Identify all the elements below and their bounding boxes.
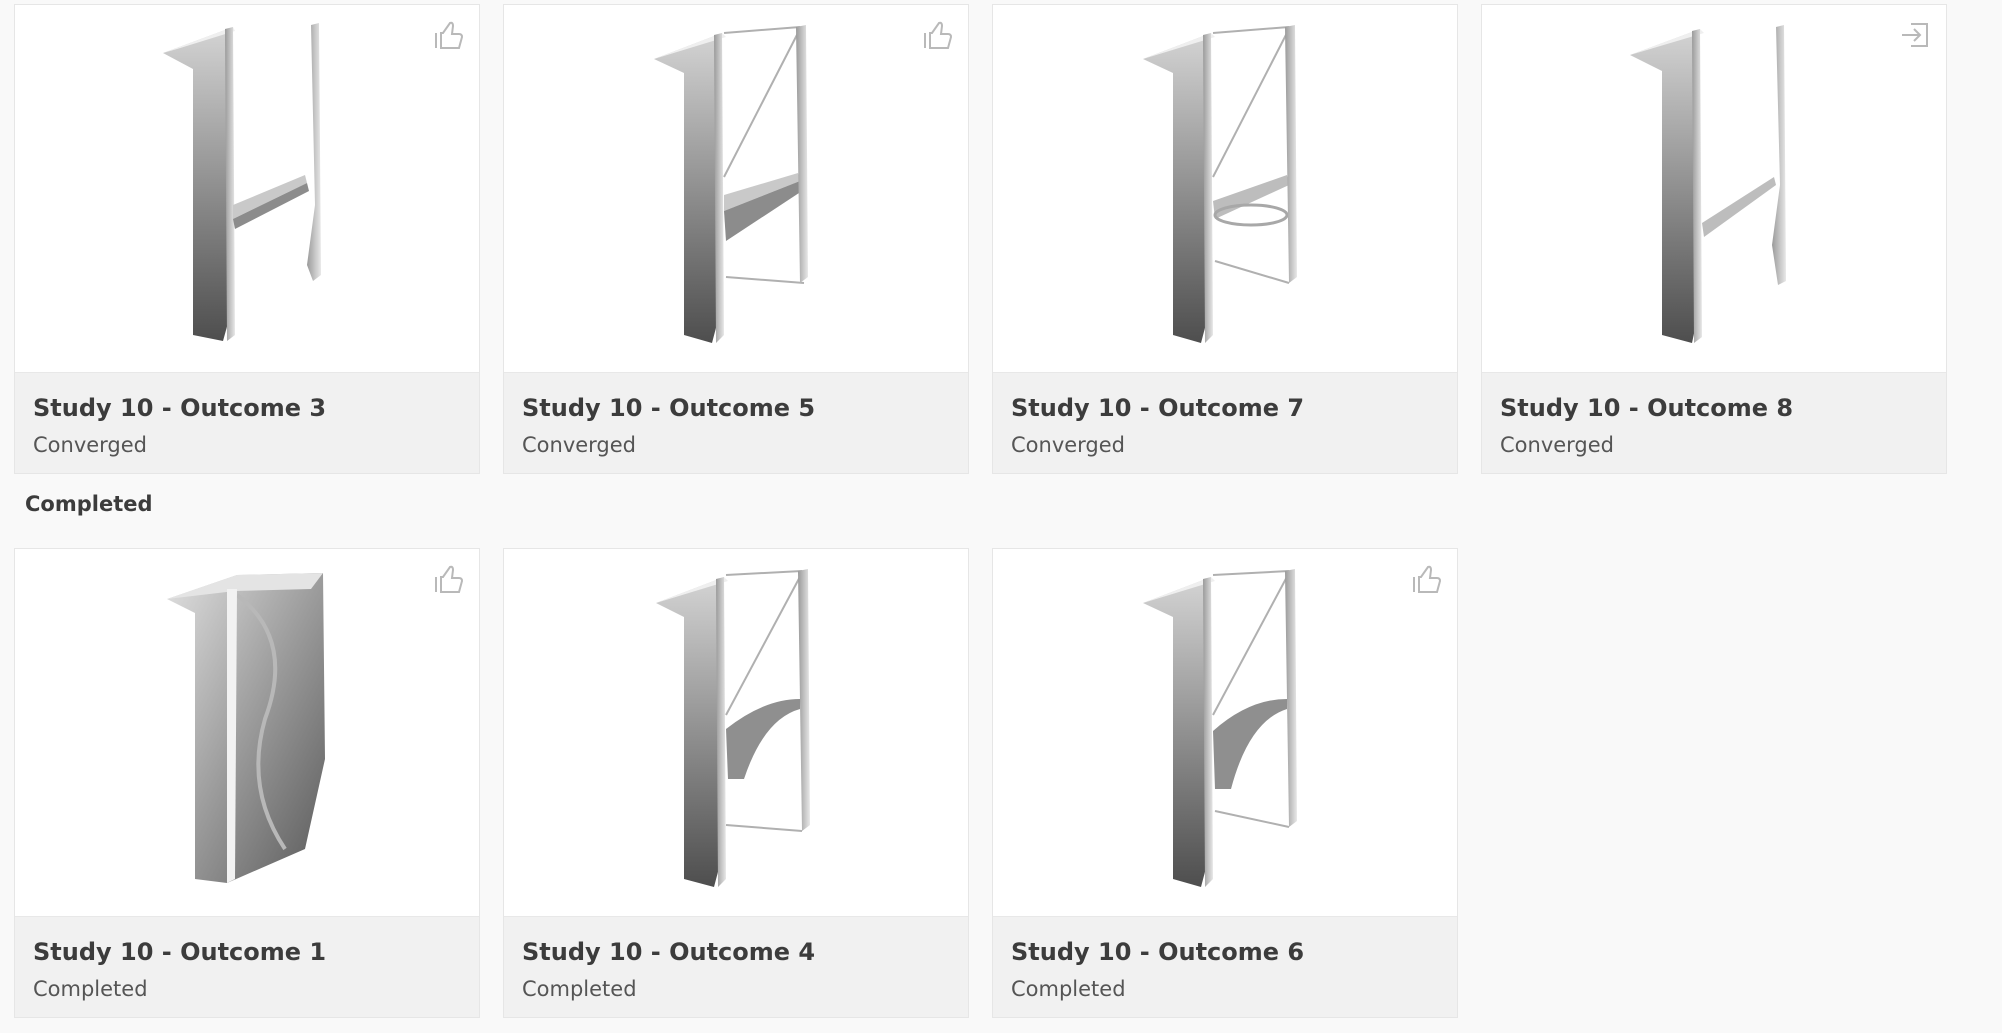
outcome-card[interactable]: Study 10 - Outcome 5 Converged [503, 4, 969, 474]
outcome-title: Study 10 - Outcome 5 [522, 394, 816, 422]
outcome-status: Completed [33, 977, 148, 1001]
outcome-card[interactable]: Study 10 - Outcome 8 Converged [1481, 4, 1947, 474]
outcome-title: Study 10 - Outcome 4 [522, 938, 816, 966]
outcome-thumbnail[interactable] [504, 5, 968, 373]
outcome-status: Converged [1500, 433, 1615, 457]
outcome-card[interactable]: Study 10 - Outcome 1 Completed [14, 548, 480, 1018]
outcome-title: Study 10 - Outcome 3 [33, 394, 327, 422]
model-render [654, 25, 808, 343]
model-render [1630, 25, 1786, 343]
outcome-card[interactable]: Study 10 - Outcome 4 Completed [503, 548, 969, 1018]
thumbs-up-icon[interactable] [429, 15, 469, 55]
outcome-title: Study 10 - Outcome 7 [1011, 394, 1305, 422]
outcome-status: Completed [522, 977, 637, 1001]
outcome-thumbnail[interactable] [15, 549, 479, 917]
outcome-thumbnail[interactable] [993, 549, 1457, 917]
outcome-title: Study 10 - Outcome 6 [1011, 938, 1305, 966]
outcome-thumbnail[interactable] [15, 5, 479, 373]
outcome-card[interactable]: Study 10 - Outcome 7 Converged [992, 4, 1458, 474]
thumbs-up-icon[interactable] [918, 15, 958, 55]
outcome-status: Completed [1011, 977, 1126, 1001]
outcome-title: Study 10 - Outcome 1 [33, 938, 327, 966]
model-render [1143, 569, 1297, 887]
outcome-card[interactable]: Study 10 - Outcome 3 Converged [14, 4, 480, 474]
outcome-thumbnail[interactable] [993, 5, 1457, 373]
outcome-status: Converged [33, 433, 148, 457]
outcome-title: Study 10 - Outcome 8 [1500, 394, 1794, 422]
model-render [163, 23, 321, 341]
thumbs-up-icon[interactable] [429, 559, 469, 599]
outcome-thumbnail[interactable] [1482, 5, 1946, 373]
model-render [167, 573, 325, 883]
outcome-status: Converged [522, 433, 637, 457]
export-icon[interactable] [1896, 15, 1936, 55]
outcome-thumbnail[interactable] [504, 549, 968, 917]
thumbs-up-icon[interactable] [1407, 559, 1447, 599]
outcome-status: Converged [1011, 433, 1126, 457]
section-heading-completed: Completed [25, 492, 153, 516]
outcome-card[interactable]: Study 10 - Outcome 6 Completed [992, 548, 1458, 1018]
model-render [1143, 25, 1297, 343]
model-render [656, 569, 810, 887]
